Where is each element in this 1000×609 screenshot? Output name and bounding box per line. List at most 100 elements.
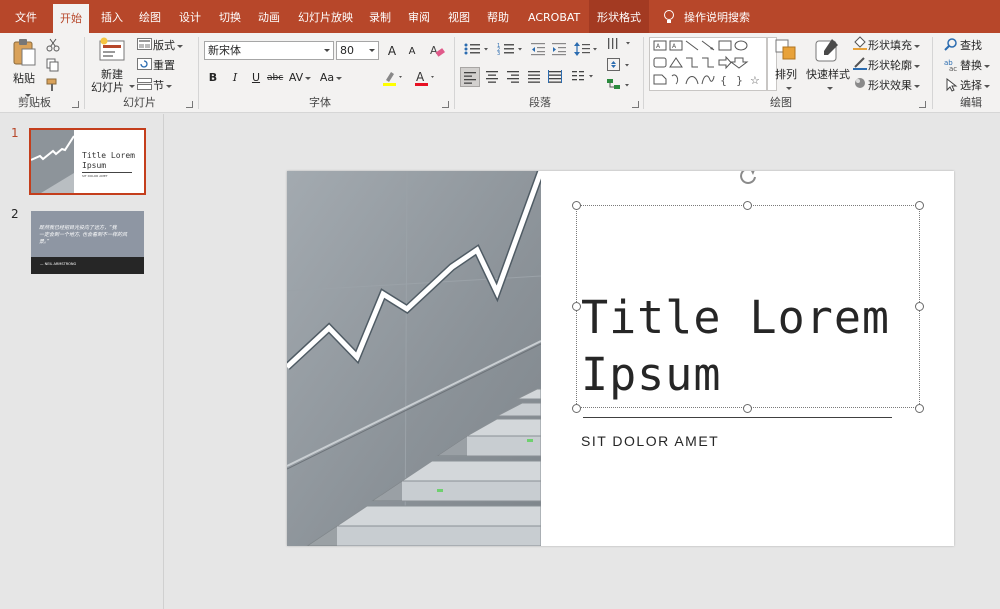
resize-handle-sw[interactable]	[572, 404, 581, 413]
underline-button[interactable]: U	[248, 69, 264, 87]
numbering-icon[interactable]: 123	[497, 42, 523, 56]
resize-handle-s[interactable]	[743, 404, 752, 413]
tab-shape-format[interactable]: 形状格式	[589, 0, 649, 33]
bold-button[interactable]: B	[205, 69, 221, 87]
shape-effects-button[interactable]: 形状效果	[868, 77, 920, 93]
shrink-font-button[interactable]: A	[404, 43, 420, 61]
grow-font-button[interactable]: A	[384, 42, 400, 60]
tab-slideshow[interactable]: 幻灯片放映	[298, 0, 353, 33]
slide-thumbnail-1[interactable]: Title Lorem Ipsum SIT DOLOR AMET	[29, 128, 146, 195]
char-spacing-button[interactable]: AV	[287, 69, 313, 87]
decrease-indent-icon[interactable]	[531, 42, 547, 56]
arrange-button[interactable]: 排列	[775, 66, 797, 82]
lightbulb-icon	[664, 10, 674, 24]
slide-canvas[interactable]: Title Lorem Ipsum SIT DOLOR AMET	[287, 171, 954, 546]
tab-help[interactable]: 帮助	[487, 0, 509, 33]
tab-file[interactable]: 文件	[15, 0, 37, 33]
paste-button[interactable]: 粘贴	[13, 70, 35, 86]
stairs-graph-illustration	[287, 171, 541, 546]
new-slide-icon	[99, 37, 125, 61]
find-button[interactable]: 查找	[960, 37, 982, 53]
tab-design[interactable]: 设计	[179, 0, 201, 33]
arrange-icon	[775, 39, 796, 60]
reset-button[interactable]: 重置	[153, 57, 175, 73]
strikethrough-button[interactable]: abc	[267, 69, 283, 87]
layout-button[interactable]: 版式	[153, 37, 183, 53]
font-size-combo[interactable]: 80	[336, 41, 379, 60]
columns-icon[interactable]	[571, 69, 597, 85]
drawing-launcher-icon[interactable]	[919, 101, 926, 108]
highlight-color-icon[interactable]	[382, 70, 404, 86]
bullets-icon[interactable]	[463, 42, 489, 56]
tab-review[interactable]: 审阅	[408, 0, 430, 33]
tab-view[interactable]: 视图	[448, 0, 470, 33]
new-slide-label-2[interactable]: 幻灯片	[91, 79, 124, 95]
resize-handle-n[interactable]	[743, 201, 752, 210]
svg-text:{: {	[720, 74, 727, 87]
shapes-gallery[interactable]: A A { } ☆	[649, 37, 767, 91]
text-direction-icon[interactable]	[606, 36, 632, 52]
layout-icon	[137, 38, 152, 50]
tab-animations[interactable]: 动画	[258, 0, 280, 33]
justify-icon[interactable]	[527, 69, 543, 85]
resize-handle-e[interactable]	[915, 302, 924, 311]
tell-me-search[interactable]: 操作说明搜索	[684, 0, 750, 33]
quick-styles-button[interactable]: 快速样式	[806, 66, 850, 82]
clear-formatting-icon[interactable]: A	[429, 42, 445, 58]
slide-thumbnail-pane: 1 Title Lorem Ipsum SIT DOLOR AMET 2 既然我已…	[0, 114, 164, 609]
section-button[interactable]: 节	[153, 77, 172, 93]
align-right-icon[interactable]	[506, 69, 522, 85]
editing-group: 查找 ab ac 替换 选择 编辑	[933, 33, 1000, 113]
rotate-handle-icon[interactable]	[739, 171, 759, 186]
distributed-icon[interactable]	[548, 69, 564, 85]
shape-outline-button[interactable]: 形状轮廓	[868, 57, 920, 73]
thumb2-quote: 既然我已经把目光投向了远方，“我 一定会到一个地方, 也会看到不一样的风 景。”	[39, 225, 128, 245]
increase-indent-icon[interactable]	[552, 42, 568, 56]
title-underline	[583, 417, 892, 418]
shape-fill-icon	[853, 36, 867, 50]
font-launcher-icon[interactable]	[442, 101, 449, 108]
tab-acrobat[interactable]: ACROBAT	[528, 0, 580, 33]
italic-button[interactable]: I	[227, 69, 243, 87]
font-color-icon[interactable]: A	[414, 70, 436, 86]
slides-group: 新建 幻灯片 版式 重置 节 幻灯片	[85, 33, 198, 113]
replace-icon: abac	[944, 59, 957, 72]
shape-outline-icon	[853, 57, 867, 70]
thumb2-footer: — NEIL ARMSTRONG	[40, 262, 77, 266]
resize-handle-ne[interactable]	[915, 201, 924, 210]
tab-transitions[interactable]: 切换	[219, 0, 241, 33]
align-left-button[interactable]	[460, 67, 480, 87]
shape-fill-button[interactable]: 形状填充	[868, 37, 920, 53]
slides-launcher-icon[interactable]	[186, 101, 193, 108]
resize-handle-nw[interactable]	[572, 201, 581, 210]
line-spacing-icon[interactable]	[574, 41, 598, 57]
align-text-icon[interactable]	[606, 57, 632, 73]
tab-record[interactable]: 录制	[369, 0, 391, 33]
cut-icon[interactable]	[46, 38, 60, 52]
reset-icon	[137, 58, 152, 70]
copy-icon[interactable]	[46, 58, 60, 72]
slide-subtitle[interactable]: SIT DOLOR AMET	[581, 433, 719, 449]
resize-handle-w[interactable]	[572, 302, 581, 311]
select-button[interactable]: 选择	[960, 77, 990, 93]
paragraph-launcher-icon[interactable]	[632, 101, 639, 108]
paste-icon	[13, 39, 36, 66]
ribbon-tab-bar: 文件 开始 插入 绘图 设计 切换 动画 幻灯片放映 录制 审阅 视图 帮助 A…	[0, 0, 1000, 33]
slide-photo[interactable]	[287, 171, 541, 546]
replace-button[interactable]: 替换	[960, 57, 990, 73]
smartart-icon[interactable]	[606, 77, 632, 93]
clipboard-launcher-icon[interactable]	[72, 101, 79, 108]
resize-handle-se[interactable]	[915, 404, 924, 413]
tab-insert[interactable]: 插入	[101, 0, 123, 33]
change-case-button[interactable]: Aa	[317, 69, 345, 87]
paragraph-group-label: 段落	[529, 96, 551, 109]
format-painter-icon[interactable]	[46, 78, 60, 92]
clipboard-group-label: 剪贴板	[18, 96, 51, 109]
slide-thumbnail-2[interactable]: 既然我已经把目光投向了远方，“我 一定会到一个地方, 也会看到不一样的风 景。” —…	[31, 211, 144, 274]
shapes-gallery-icons: A A { } ☆	[653, 40, 760, 87]
tab-draw[interactable]: 绘图	[139, 0, 161, 33]
font-name-combo[interactable]: 新宋体	[204, 41, 334, 60]
tab-home[interactable]: 开始	[53, 4, 89, 33]
align-center-icon[interactable]	[485, 69, 501, 85]
editing-group-label: 编辑	[960, 96, 982, 109]
